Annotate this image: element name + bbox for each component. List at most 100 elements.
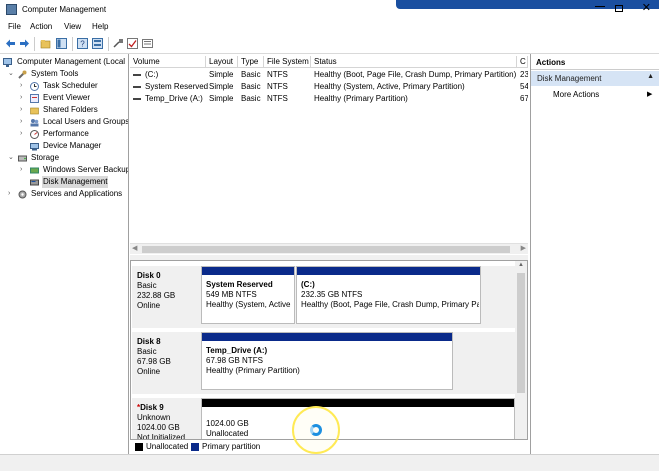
tree-node-disk-management[interactable]: Disk Management [20, 176, 128, 188]
tree-node-performance[interactable]: › Performance [20, 128, 128, 140]
navigation-tree: Computer Management (Local ⌄ System Tool… [0, 54, 129, 471]
disk-9-label[interactable]: *Disk 9 Unknown 1024.00 GB Not Initializ… [132, 398, 200, 439]
disk-0-row[interactable]: Disk 0 Basic 232.88 GB Online System Res… [132, 266, 515, 328]
close-button[interactable]: ✕ [642, 1, 651, 15]
volume-status: Healthy (System, Active, Primary Partiti… [314, 82, 465, 91]
collapse-caret-icon[interactable]: ⌄ [8, 152, 16, 164]
scroll-thumb[interactable] [517, 273, 525, 393]
volume-row[interactable]: Temp_Drive (A:) Simple Basic NTFS Health… [130, 93, 528, 105]
partition-c-drive[interactable]: (C:) 232.35 GB NTFS Healthy (Boot, Page … [296, 266, 481, 324]
actions-section-disk-management[interactable]: Disk Management ▲ [531, 71, 659, 86]
help-icon[interactable]: ? [77, 38, 88, 49]
expand-caret-icon[interactable]: › [20, 128, 28, 140]
volume-status: Healthy (Boot, Page File, Crash Dump, Pr… [314, 70, 517, 79]
collapse-up-icon[interactable]: ▲ [647, 73, 654, 80]
tree-label: Services and Applications [31, 189, 123, 198]
tree-label: Event Viewer [43, 93, 90, 102]
expand-caret-icon[interactable]: › [8, 188, 16, 200]
menu-view[interactable]: View [64, 22, 81, 31]
partition-temp-drive[interactable]: Temp_Drive (A:) 67.98 GB NTFS Healthy (P… [201, 332, 453, 390]
maximize-button[interactable] [615, 5, 623, 12]
minimize-button[interactable] [595, 6, 605, 7]
title-bar: Computer Management ✕ [0, 0, 659, 19]
volume-row[interactable]: (C:) Simple Basic NTFS Healthy (Boot, Pa… [130, 69, 528, 81]
tree-node-root[interactable]: Computer Management (Local [3, 56, 128, 68]
expand-caret-icon[interactable]: › [20, 92, 28, 104]
menu-bar: File Action View Help [0, 19, 659, 34]
unallocated-bar [202, 399, 514, 407]
primary-partition-bar [202, 333, 452, 341]
partition-title: (C:) [301, 280, 315, 289]
window-title: Computer Management [22, 5, 107, 14]
disk-8-row[interactable]: Disk 8 Basic 67.98 GB Online Temp_Drive … [132, 332, 515, 394]
volume-fs: NTFS [267, 94, 288, 103]
tree-node-shared-folders[interactable]: › Shared Folders [20, 104, 128, 116]
menu-file[interactable]: File [8, 22, 21, 31]
show-tree-icon[interactable] [56, 38, 67, 49]
scroll-left-icon[interactable]: ◀ [132, 244, 137, 252]
collapse-caret-icon[interactable]: ⌄ [8, 68, 16, 80]
export-list-icon[interactable] [142, 38, 153, 49]
computer-icon [3, 58, 12, 67]
busy-cursor-icon [292, 406, 340, 454]
performance-gauge-icon [30, 130, 39, 139]
volume-row[interactable]: System Reserved Simple Basic NTFS Health… [130, 81, 528, 93]
menu-help[interactable]: Help [92, 22, 108, 31]
expand-caret-icon[interactable]: › [20, 164, 28, 176]
services-icon [18, 190, 27, 199]
event-log-icon [30, 94, 39, 103]
horizontal-scrollbar[interactable]: ◀ ▶ [130, 243, 528, 254]
forward-arrow-icon[interactable] [19, 38, 30, 49]
volume-layout: Simple [209, 70, 234, 79]
tree-node-local-users[interactable]: › Local Users and Groups [20, 116, 128, 128]
volume-name: Temp_Drive (A:) [145, 94, 203, 103]
partition-status: Healthy (System, Active [206, 300, 291, 309]
column-header-type[interactable]: Type [238, 56, 264, 67]
shared-folder-icon [30, 107, 39, 115]
scroll-up-icon[interactable]: ▲ [518, 262, 524, 268]
partition-size: 1024.00 GB [206, 419, 249, 428]
column-header-volume[interactable]: Volume [130, 56, 206, 67]
check-list-icon[interactable] [127, 38, 138, 49]
disk-0-label[interactable]: Disk 0 Basic 232.88 GB Online [132, 266, 200, 328]
tree-node-services-and-applications[interactable]: › Services and Applications [8, 188, 128, 200]
volume-layout: Simple [209, 94, 234, 103]
tree-label: System Tools [31, 69, 79, 78]
partition-unallocated[interactable]: 1024.00 GB Unallocated [201, 398, 515, 439]
connect-icon[interactable] [113, 38, 124, 49]
menu-action[interactable]: Action [30, 22, 52, 31]
back-arrow-icon[interactable] [5, 38, 16, 49]
column-header-capacity[interactable]: C [517, 56, 528, 67]
column-header-layout[interactable]: Layout [206, 56, 238, 67]
tree-node-task-scheduler[interactable]: › Task Scheduler [20, 80, 128, 92]
volume-name: (C:) [145, 70, 159, 79]
tree-node-system-tools[interactable]: ⌄ System Tools [8, 68, 128, 80]
tree-node-windows-server-backup[interactable]: › Windows Server Backup [20, 164, 128, 176]
tree-label: Computer Management (Local [17, 57, 126, 66]
expand-caret-icon[interactable]: › [20, 80, 28, 92]
tree-node-device-manager[interactable]: Device Manager [20, 140, 128, 152]
volume-name: System Reserved [145, 82, 209, 91]
vertical-scrollbar[interactable]: ▲ [515, 261, 527, 439]
toolbar-separator [72, 37, 73, 51]
disk-8-label[interactable]: Disk 8 Basic 67.98 GB Online [132, 332, 200, 394]
tree-label: Storage [31, 153, 60, 162]
expand-caret-icon[interactable]: › [20, 116, 28, 128]
submenu-arrow-icon[interactable]: ▶ [647, 90, 652, 98]
properties-icon[interactable] [92, 38, 103, 49]
partition-title: Temp_Drive (A:) [206, 346, 268, 355]
more-actions-link[interactable]: More Actions [553, 90, 599, 99]
up-folder-icon[interactable] [40, 38, 51, 49]
volume-type: Basic [241, 70, 261, 79]
scroll-right-icon[interactable]: ▶ [521, 244, 526, 252]
tree-node-event-viewer[interactable]: › Event Viewer [20, 92, 128, 104]
scroll-thumb[interactable] [142, 246, 510, 253]
expand-caret-icon[interactable]: › [20, 104, 28, 116]
tree-node-storage[interactable]: ⌄ Storage [8, 152, 128, 164]
partition-title: System Reserved [206, 280, 273, 289]
column-header-file-system[interactable]: File System [264, 56, 311, 67]
column-header-status[interactable]: Status [311, 56, 517, 67]
volume-layout: Simple [209, 82, 234, 91]
partition-system-reserved[interactable]: System Reserved 549 MB NTFS Healthy (Sys… [201, 266, 295, 324]
disk-state: Online [137, 367, 161, 376]
